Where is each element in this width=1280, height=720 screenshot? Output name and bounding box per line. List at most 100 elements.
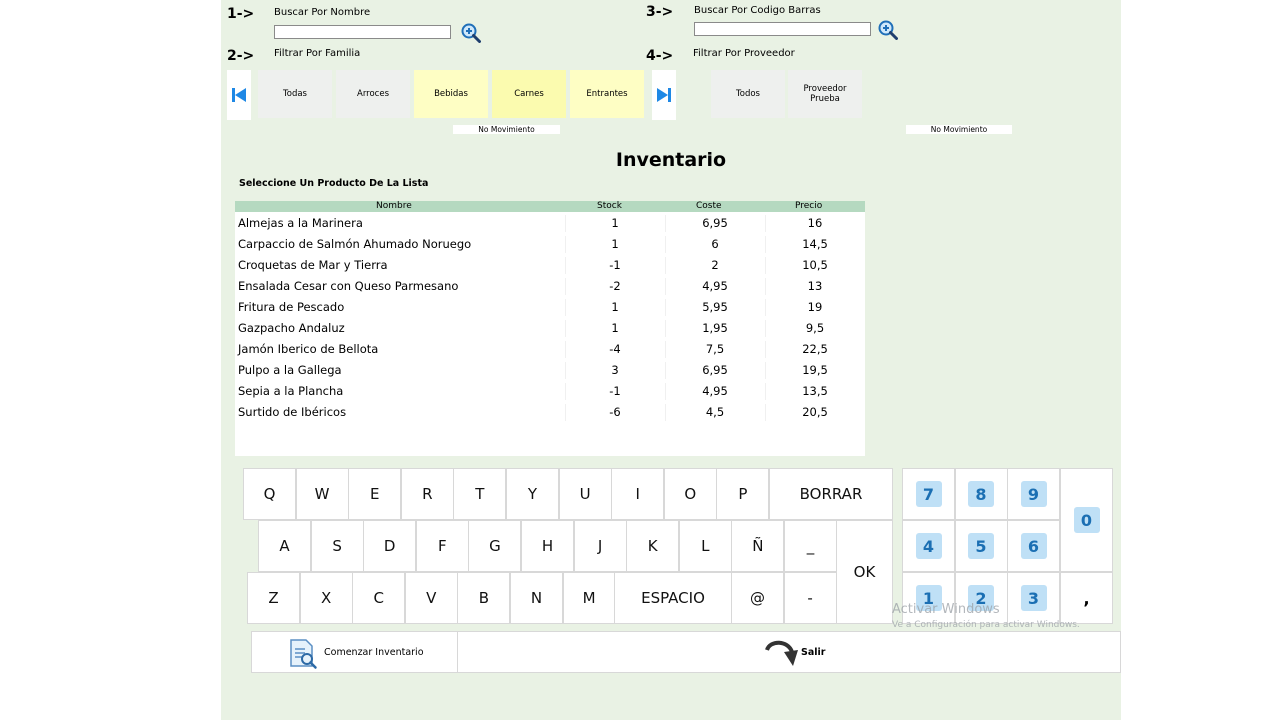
key-dash[interactable]: - <box>783 572 837 624</box>
supplier-filter-label: Filtrar Por Proveedor <box>693 48 795 59</box>
table-row[interactable]: Almejas a la Marinera 1 6,95 16 <box>235 213 865 234</box>
col-stock: Stock <box>597 201 622 211</box>
key-e[interactable]: E <box>348 468 402 520</box>
key-_[interactable]: _ <box>784 520 837 572</box>
key-v[interactable]: V <box>404 572 458 624</box>
key-z[interactable]: Z <box>247 572 300 624</box>
page-subtitle: Seleccione Un Producto De La Lista <box>239 178 429 189</box>
key-g[interactable]: G <box>468 520 522 572</box>
table-row[interactable]: Gazpacho Andaluz 1 1,95 9,5 <box>235 318 865 339</box>
key-at[interactable]: @ <box>731 572 784 624</box>
key-l[interactable]: L <box>678 520 732 572</box>
numpad-key-comma[interactable]: , <box>1060 572 1113 624</box>
table-row[interactable]: Sepia a la Plancha -1 4,95 13,5 <box>235 381 865 402</box>
key-q[interactable]: Q <box>243 468 296 520</box>
column-divider <box>665 320 666 337</box>
search-name-icon[interactable] <box>461 23 481 43</box>
cell-stock: 1 <box>611 321 619 335</box>
cell-stock: -2 <box>609 279 621 293</box>
family-next-button[interactable] <box>652 70 676 120</box>
key-a[interactable]: A <box>258 520 311 572</box>
key-b[interactable]: B <box>457 572 511 624</box>
table-row[interactable]: Pulpo a la Gallega 3 6,95 19,5 <box>235 360 865 381</box>
key-j[interactable]: J <box>573 520 627 572</box>
activation-watermark-text: Ve a Configuración para activar Windows. <box>892 620 1080 630</box>
key-r[interactable]: R <box>400 468 454 520</box>
numpad-key-8[interactable]: 8 <box>954 468 1008 520</box>
family-entrantes[interactable]: Entrantes <box>570 70 644 118</box>
key-i[interactable]: I <box>611 468 665 520</box>
key-u[interactable]: U <box>558 468 612 520</box>
column-divider <box>665 257 666 274</box>
column-divider <box>565 341 566 358</box>
column-divider <box>565 257 566 274</box>
numpad-key-5-label: 5 <box>968 533 994 559</box>
column-divider <box>765 299 766 316</box>
key-k[interactable]: K <box>626 520 680 572</box>
family-todas[interactable]: Todas <box>258 70 332 118</box>
numpad-key-5[interactable]: 5 <box>954 520 1008 572</box>
key-espacio[interactable]: ESPACIO <box>614 572 732 624</box>
key-f[interactable]: F <box>415 520 469 572</box>
cell-precio: 19 <box>807 300 823 314</box>
search-barcode-input[interactable] <box>694 22 871 36</box>
cell-nombre: Surtido de Ibéricos <box>238 405 347 419</box>
supplier-proveedor-prueba[interactable]: Proveedor Prueba <box>788 70 862 118</box>
cell-nombre: Carpaccio de Salmón Ahumado Noruego <box>238 237 472 251</box>
step-1-label: 1-> <box>227 6 255 22</box>
numpad-key-9[interactable]: 9 <box>1007 468 1060 520</box>
table-row[interactable]: Jamón Iberico de Bellota -4 7,5 22,5 <box>235 339 865 360</box>
no-movement-right[interactable]: No Movimiento <box>906 125 1012 134</box>
key-c[interactable]: C <box>352 572 406 624</box>
family-bebidas[interactable]: Bebidas <box>414 70 488 118</box>
key-h[interactable]: H <box>521 520 574 572</box>
table-row[interactable]: Carpaccio de Salmón Ahumado Noruego 1 6 14,… <box>235 234 865 255</box>
key-m[interactable]: M <box>562 572 616 624</box>
key-ok[interactable]: OK <box>836 520 893 624</box>
cell-coste: 2 <box>711 258 719 272</box>
cell-precio: 19,5 <box>802 363 828 377</box>
numpad-key-4[interactable]: 4 <box>902 520 955 572</box>
exit-button[interactable]: Salir <box>457 631 1121 673</box>
numpad-key-7[interactable]: 7 <box>902 468 955 520</box>
key-s[interactable]: S <box>310 520 364 572</box>
cell-precio: 20,5 <box>802 405 828 419</box>
key-y[interactable]: Y <box>506 468 559 520</box>
search-barcode-icon[interactable] <box>878 20 898 40</box>
key-ñ[interactable]: Ñ <box>731 520 785 572</box>
product-table[interactable]: Nombre Stock Coste Precio Almejas a la M… <box>235 201 865 456</box>
no-movement-left[interactable]: No Movimiento <box>453 125 560 134</box>
key-p[interactable]: P <box>716 468 770 520</box>
column-divider <box>765 215 766 232</box>
numpad-key-7-label: 7 <box>915 481 942 507</box>
column-divider <box>765 320 766 337</box>
key-d[interactable]: D <box>363 520 417 572</box>
cell-nombre: Sepia a la Plancha <box>238 384 344 398</box>
family-prev-button[interactable] <box>227 70 251 120</box>
numpad-key-0[interactable]: 0 <box>1060 468 1113 572</box>
numpad-key-3[interactable]: 3 <box>1007 572 1060 624</box>
key-w[interactable]: W <box>295 468 349 520</box>
start-inventory-button[interactable]: Comenzar Inventario <box>251 631 458 673</box>
search-name-input[interactable] <box>274 25 451 39</box>
table-row[interactable]: Fritura de Pescado 1 5,95 19 <box>235 297 865 318</box>
key-t[interactable]: T <box>453 468 507 520</box>
table-row[interactable]: Surtido de Ibéricos -6 4,5 20,5 <box>235 402 865 423</box>
family-arroces[interactable]: Arroces <box>336 70 410 118</box>
cell-stock: -1 <box>609 384 621 398</box>
cell-coste: 4,95 <box>702 384 728 398</box>
table-row[interactable]: Ensalada Cesar con Queso Parmesano -2 4,95… <box>235 276 865 297</box>
key-x[interactable]: X <box>299 572 353 624</box>
table-row[interactable]: Croquetas de Mar y Tierra -1 2 10,5 <box>235 255 865 276</box>
numpad-key-3-label: 3 <box>1020 585 1047 611</box>
column-divider <box>665 341 666 358</box>
supplier-todos[interactable]: Todos <box>711 70 785 118</box>
numpad-key-6[interactable]: 6 <box>1007 520 1060 572</box>
key-o[interactable]: O <box>663 468 717 520</box>
key-n[interactable]: N <box>510 572 563 624</box>
family-carnes[interactable]: Carnes <box>492 70 566 118</box>
numpad-key-0-label: 0 <box>1073 507 1100 533</box>
column-divider <box>565 299 566 316</box>
column-divider <box>665 299 666 316</box>
key-borrar[interactable]: BORRAR <box>769 468 893 520</box>
